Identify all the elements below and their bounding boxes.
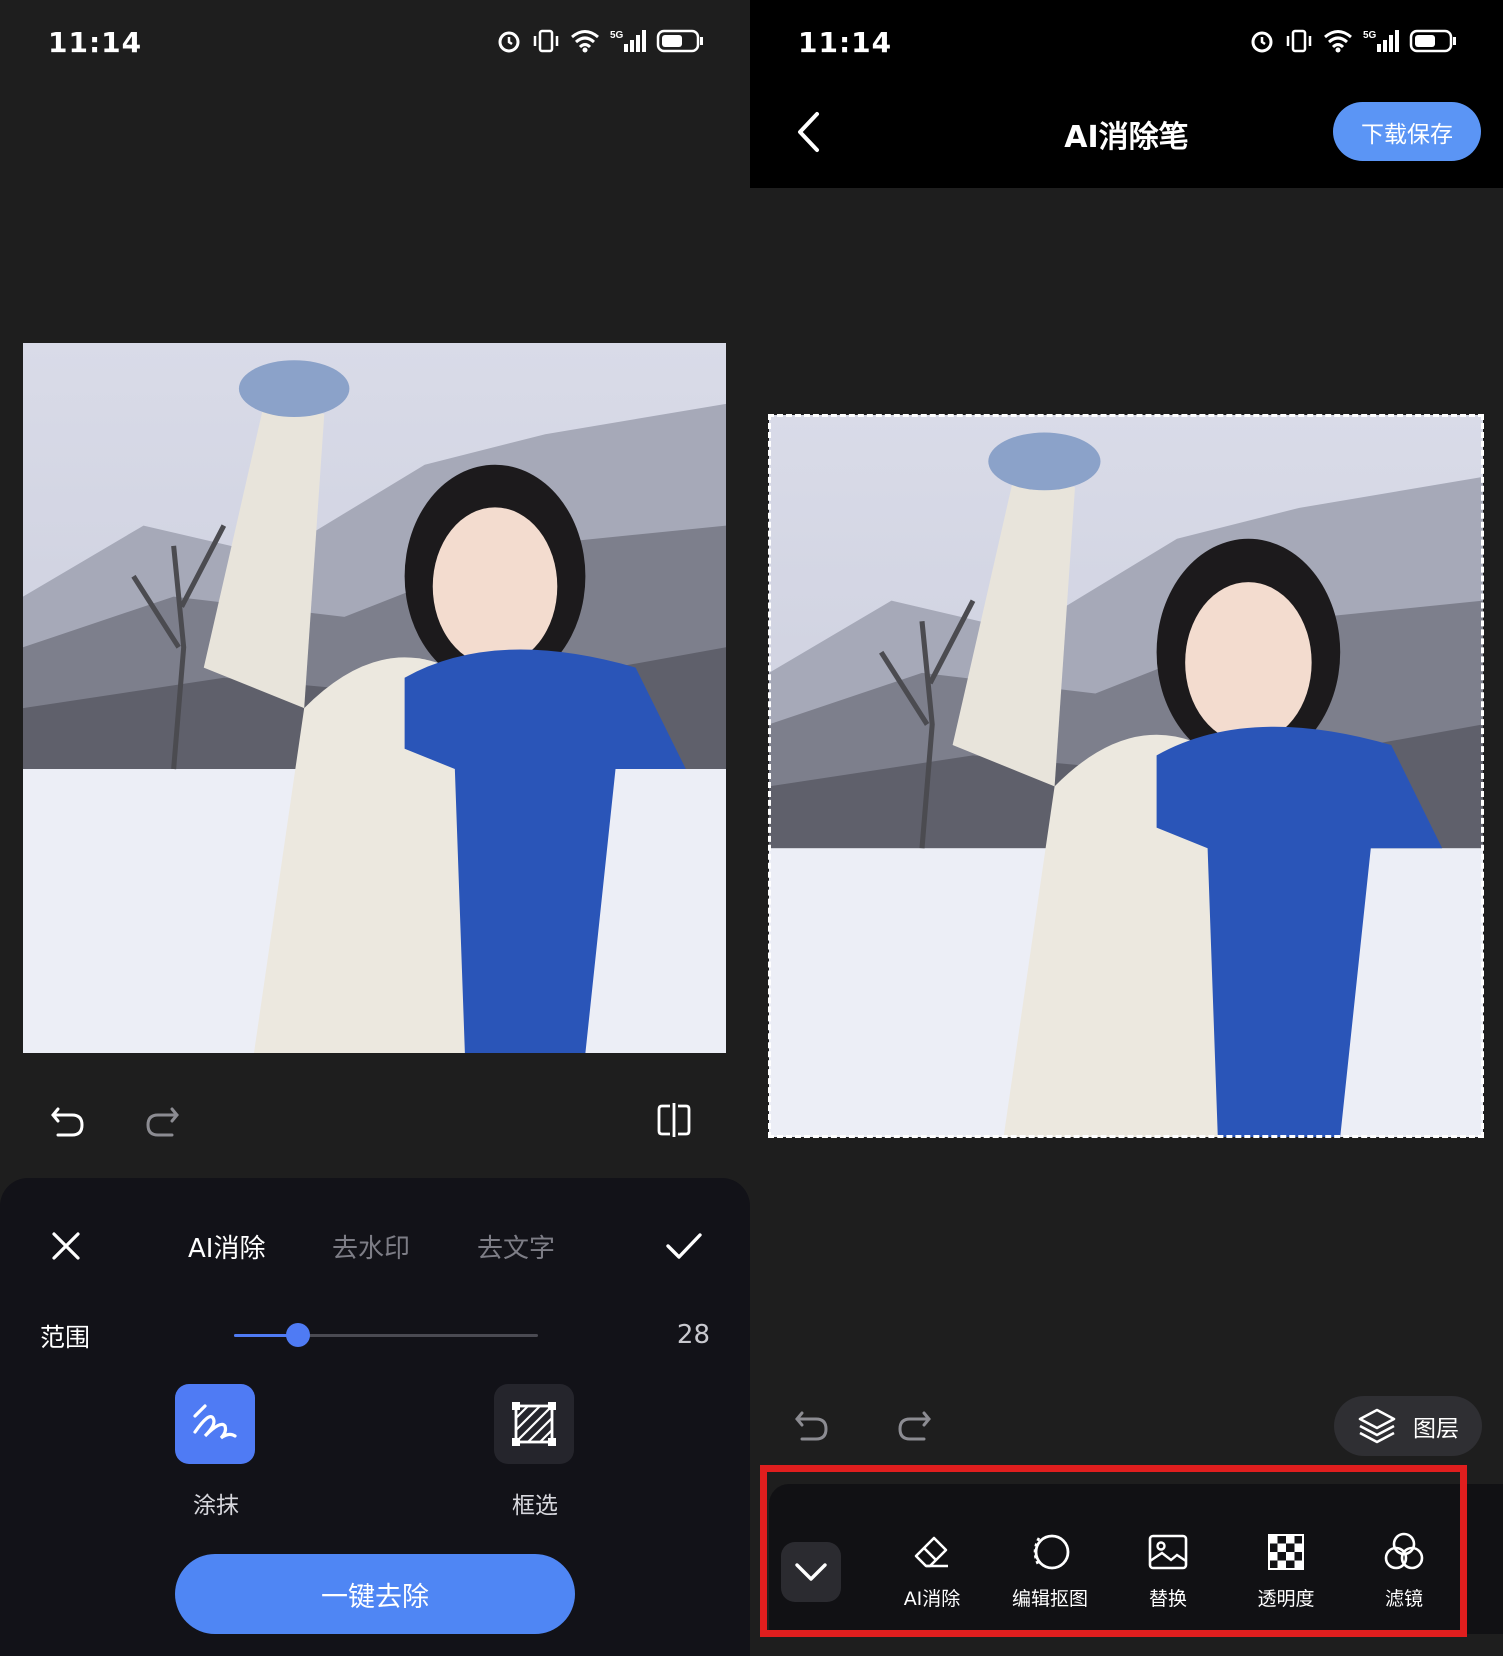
battery-icon (656, 29, 703, 53)
right-screen: 11:14 5G AI消除笔 下载保存 图层 AI消除 编辑抠图 替换 透明度 … (750, 0, 1503, 1656)
undo-icon[interactable] (46, 1100, 90, 1144)
tool-replace-label: 替换 (1148, 1588, 1187, 1610)
mode-box-select-label: 框选 (512, 1493, 558, 1519)
box-select-icon[interactable] (494, 1384, 574, 1464)
edit-photo[interactable] (23, 343, 726, 1053)
svg-text:5G: 5G (1363, 30, 1377, 41)
range-slider-thumb[interactable] (285, 1323, 310, 1347)
tool-edit-cutout-label: 编辑抠图 (1011, 1588, 1088, 1610)
bottom-toolbar: AI消除 编辑抠图 替换 透明度 滤镜 (769, 1484, 1503, 1634)
tab-ai-erase[interactable]: AI消除 (188, 1228, 265, 1265)
wifi-icon (1324, 30, 1352, 53)
cellular-5g-icon: 5G (1363, 30, 1399, 52)
eraser-icon (914, 1536, 948, 1568)
filter-icon (1384, 1532, 1424, 1570)
compare-icon[interactable] (652, 1098, 696, 1142)
tab-remove-text[interactable]: 去文字 (477, 1228, 555, 1265)
tool-edit-cutout[interactable]: 编辑抠图 (995, 1530, 1105, 1611)
redo-icon[interactable] (140, 1100, 184, 1144)
canvas-photo[interactable] (769, 415, 1483, 1137)
tool-ai-erase[interactable]: AI消除 (877, 1530, 987, 1611)
cutout-icon (1033, 1534, 1070, 1570)
checkerboard-icon (1268, 1534, 1304, 1570)
confirm-check-icon[interactable] (662, 1224, 706, 1268)
svg-text:5G: 5G (610, 30, 624, 41)
vibrate-icon (1286, 29, 1312, 53)
wifi-icon (571, 30, 599, 53)
layers-label: 图层 (1413, 1416, 1459, 1442)
layers-button[interactable]: 图层 (1334, 1396, 1482, 1456)
cellular-5g-icon: 5G (610, 30, 646, 52)
range-value: 28 (676, 1320, 710, 1350)
layers-icon (1358, 1408, 1396, 1444)
status-icons: 5G (1249, 28, 1457, 54)
range-slider[interactable] (234, 1323, 538, 1347)
mode-brush[interactable]: 涂抹 (175, 1384, 257, 1520)
status-bar: 11:14 5G (750, 0, 1503, 88)
brush-icon[interactable] (175, 1384, 255, 1464)
tool-replace[interactable]: 替换 (1113, 1530, 1223, 1611)
tool-opacity[interactable]: 透明度 (1231, 1530, 1341, 1611)
alarm-icon (1251, 31, 1273, 53)
tab-remove-watermark[interactable]: 去水印 (332, 1228, 410, 1265)
left-screen: 11:14 5G AI消除 去水印 去文字 范围 28 涂抹 框选 一键去除 (0, 0, 750, 1656)
alarm-icon (498, 31, 520, 53)
image-replace-icon (1148, 1534, 1188, 1570)
mode-tabs: AI消除 去水印 去文字 (0, 1228, 750, 1278)
redo-icon[interactable] (892, 1404, 936, 1448)
range-label: 范围 (40, 1323, 91, 1352)
tool-opacity-label: 透明度 (1257, 1588, 1315, 1610)
undo-icon[interactable] (790, 1404, 834, 1448)
vibrate-icon (533, 29, 559, 53)
mode-brush-label: 涂抹 (193, 1493, 239, 1519)
status-icons: 5G (496, 28, 704, 54)
status-bar: 11:14 5G (0, 0, 750, 88)
tool-filter[interactable]: 滤镜 (1349, 1530, 1459, 1611)
top-bar: 11:14 5G AI消除笔 下载保存 (750, 0, 1503, 188)
battery-icon (1409, 29, 1456, 53)
download-save-button[interactable]: 下载保存 (1333, 102, 1481, 161)
one-click-remove-button[interactable]: 一键去除 (175, 1554, 575, 1634)
tool-filter-label: 滤镜 (1384, 1588, 1423, 1610)
collapse-chevron-down-icon[interactable] (781, 1542, 841, 1602)
status-time: 11:14 (48, 26, 143, 59)
mode-box-select[interactable]: 框选 (494, 1384, 576, 1520)
tool-ai-erase-label: AI消除 (903, 1588, 961, 1610)
status-time: 11:14 (798, 26, 893, 59)
erase-options-sheet: AI消除 去水印 去文字 范围 28 涂抹 框选 一键去除 (0, 1178, 750, 1656)
